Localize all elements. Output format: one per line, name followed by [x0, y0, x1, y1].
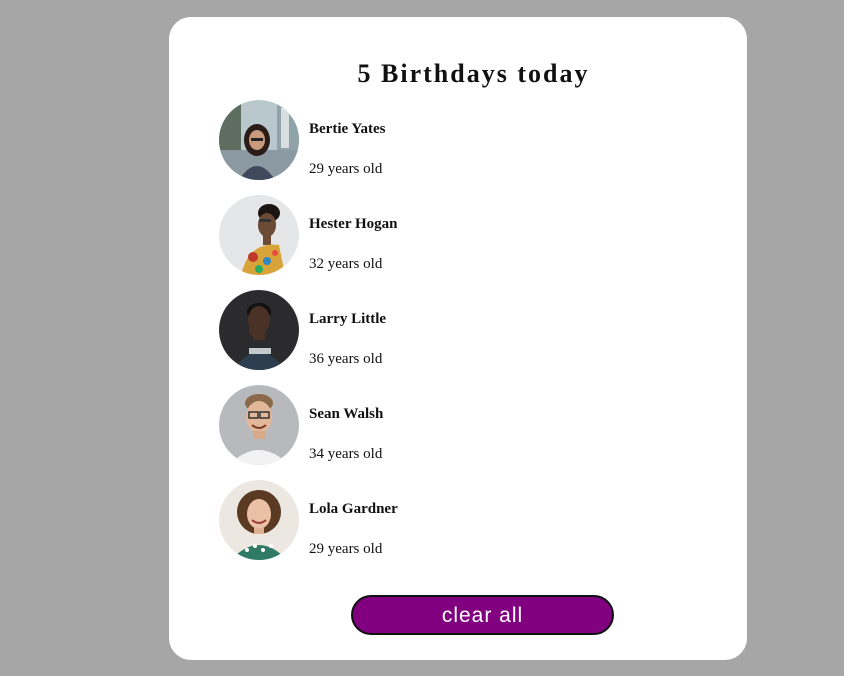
- person-name: Lola Gardner: [309, 501, 398, 517]
- list-item: Lola Gardner 29 years old: [219, 480, 699, 575]
- avatar: [219, 385, 299, 465]
- person-age: 29 years old: [309, 161, 383, 177]
- person-age: 29 years old: [309, 541, 383, 557]
- birthday-list: Bertie Yates 29 years old Hester Hogan 3…: [219, 100, 699, 575]
- person-age: 36 years old: [309, 351, 383, 367]
- clear-all-button[interactable]: clear all: [351, 595, 614, 635]
- avatar-photo-icon: [219, 100, 299, 180]
- person-age: 34 years old: [309, 446, 383, 462]
- person-name: Bertie Yates: [309, 121, 386, 137]
- avatar-photo-icon: [219, 290, 299, 370]
- avatar: [219, 290, 299, 370]
- list-item: Larry Little 36 years old: [219, 290, 699, 385]
- avatar-photo-icon: [219, 385, 299, 465]
- person-age: 32 years old: [309, 256, 383, 272]
- list-item: Hester Hogan 32 years old: [219, 195, 699, 290]
- person-name: Hester Hogan: [309, 216, 398, 232]
- birthday-card: 5 Birthdays today Bertie Yates 29 years …: [169, 17, 747, 660]
- list-item: Bertie Yates 29 years old: [219, 100, 699, 195]
- avatar: [219, 100, 299, 180]
- list-item: Sean Walsh 34 years old: [219, 385, 699, 480]
- page-title: 5 Birthdays today: [357, 59, 590, 88]
- avatar: [219, 195, 299, 275]
- avatar-photo-icon: [219, 195, 299, 275]
- avatar: [219, 480, 299, 560]
- person-name: Sean Walsh: [309, 406, 384, 422]
- avatar-photo-icon: [219, 480, 299, 560]
- person-name: Larry Little: [309, 311, 387, 327]
